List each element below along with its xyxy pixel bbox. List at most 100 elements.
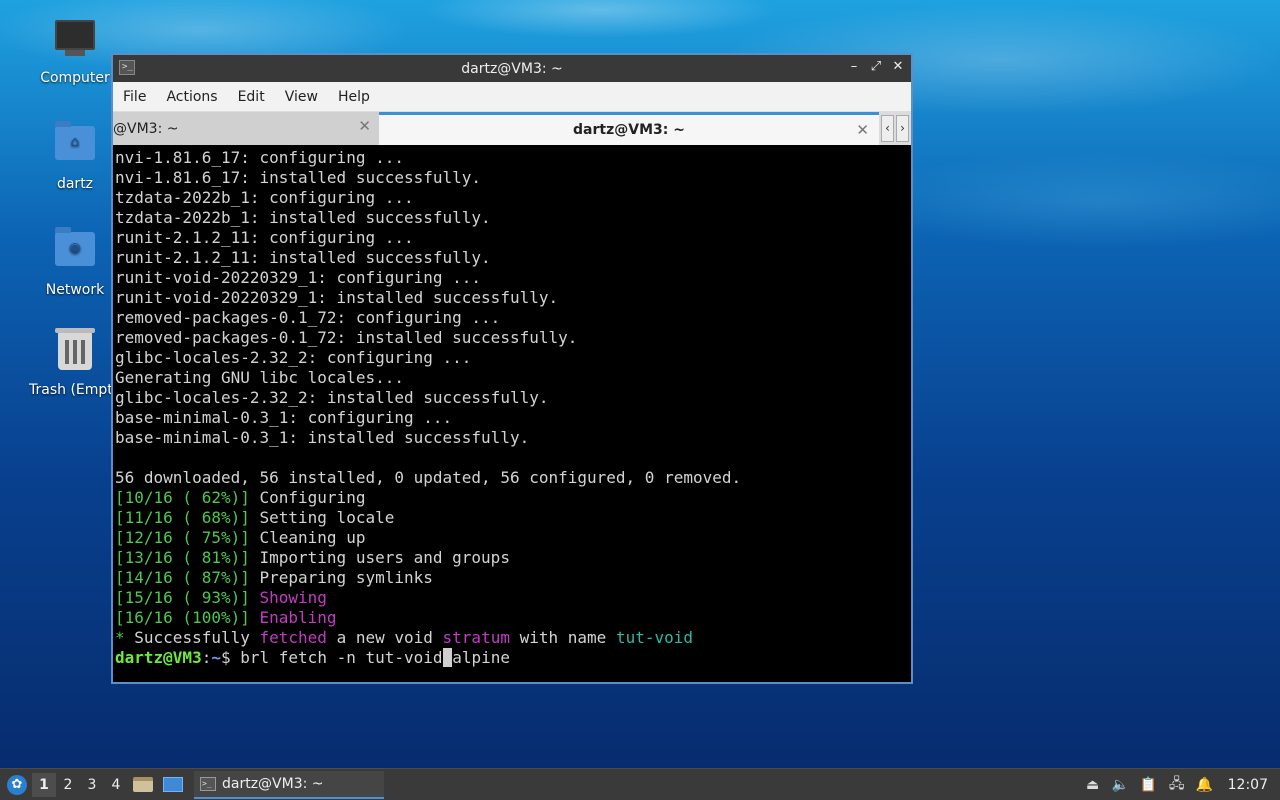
menu-edit[interactable]: Edit — [238, 89, 265, 105]
terminal-output[interactable]: nvi-1.81.6_17: configuring ... nvi-1.81.6… — [113, 145, 911, 682]
terminal-plain-lines: nvi-1.81.6_17: configuring ... nvi-1.81.6… — [115, 148, 909, 488]
result-text: Successfully — [124, 628, 260, 647]
menu-view[interactable]: View — [285, 89, 318, 105]
result-text: with name — [509, 628, 616, 647]
system-tray: ⏏ 🔈 📋 🖧 🔔 12:07 — [1084, 769, 1280, 800]
show-desktop-button[interactable] — [160, 773, 186, 797]
terminal-prompt-line[interactable]: dartz@VM3:~$ brl fetch -n tut-void alpin… — [115, 648, 909, 668]
terminal-line: runit-void-20220329_1: configuring ... — [115, 268, 482, 287]
taskbar-window-label: dartz@VM3: ~ — [222, 775, 324, 792]
volume-icon[interactable]: 🔈 — [1112, 776, 1130, 794]
trash-icon — [53, 328, 97, 376]
eject-icon[interactable]: ⏏ — [1084, 776, 1102, 794]
command-after-cursor: alpine — [452, 648, 510, 667]
tab-scroll-right-icon[interactable]: › — [896, 115, 909, 142]
tab-scroll-left-icon[interactable]: ‹ — [881, 115, 894, 142]
terminal-line: runit-void-20220329_1: installed success… — [115, 288, 559, 307]
terminal-line: glibc-locales-2.32_2: configuring ... — [115, 348, 472, 367]
window-titlebar[interactable]: >_ dartz@VM3: ~ – ⤢ ✕ — [113, 55, 911, 82]
desktop-icon-label: Computer — [40, 70, 110, 86]
desktop-icon-label: Trash (Empt — [29, 382, 113, 398]
notification-icon[interactable]: 🔔 — [1196, 776, 1214, 794]
menu-bar: File Actions Edit View Help — [113, 82, 911, 112]
close-button[interactable]: ✕ — [891, 59, 905, 74]
computer-icon — [53, 20, 97, 64]
progress-line: [13/16 ( 81%)] Importing users and group… — [115, 548, 909, 568]
progress-step: Preparing symlinks — [249, 568, 433, 587]
desktop-icon-home[interactable]: ⌂ dartz — [25, 120, 125, 192]
terminal-line: tzdata-2022b_1: installed successfully. — [115, 208, 491, 227]
workspace-1[interactable]: 1 — [32, 772, 56, 797]
progress-step: Showing — [249, 588, 327, 607]
tab-active[interactable]: dartz@VM3: ~ ✕ — [379, 112, 879, 145]
tab-close-icon[interactable]: ✕ — [856, 121, 869, 139]
window-title: dartz@VM3: ~ — [461, 60, 563, 77]
clock[interactable]: 12:07 — [1228, 777, 1268, 793]
desktop-icon-network[interactable]: ◉ Network — [25, 226, 125, 298]
progress-tag: [14/16 ( 87%)] — [115, 568, 250, 587]
result-highlight: stratum — [442, 628, 510, 647]
menu-file[interactable]: File — [123, 89, 146, 105]
progress-line: [12/16 ( 75%)] Cleaning up — [115, 528, 909, 548]
network-folder-icon: ◉ — [53, 227, 97, 276]
progress-line: [14/16 ( 87%)] Preparing symlinks — [115, 568, 909, 588]
menu-help[interactable]: Help — [338, 89, 370, 105]
progress-step: Setting locale — [249, 508, 395, 527]
terminal-result-line: * Successfully fetched a new void stratu… — [115, 628, 909, 648]
result-name: tut-void — [615, 628, 693, 647]
progress-step: Enabling — [249, 608, 337, 627]
progress-line: [11/16 ( 68%)] Setting locale — [115, 508, 909, 528]
command-before-cursor: brl fetch -n tut-void — [240, 648, 443, 667]
tab-close-icon[interactable]: ✕ — [358, 117, 371, 135]
progress-tag: [15/16 ( 93%)] — [115, 588, 250, 607]
terminal-line: runit-2.1.2_11: configuring ... — [115, 228, 414, 247]
terminal-line: base-minimal-0.3_1: configuring ... — [115, 408, 453, 427]
progress-line: [16/16 (100%)] Enabling — [115, 608, 909, 628]
desktop-icon-label: dartz — [56, 176, 94, 192]
terminal-line: nvi-1.81.6_17: installed successfully. — [115, 168, 482, 187]
prompt-user-host: dartz@VM3 — [115, 648, 202, 667]
taskbar-window-terminal[interactable]: >_ dartz@VM3: ~ — [194, 770, 384, 799]
result-highlight: fetched — [259, 628, 327, 647]
terminal-app-icon[interactable]: >_ — [119, 60, 135, 75]
progress-line: [10/16 ( 62%)] Configuring — [115, 488, 909, 508]
prompt-dollar: $ — [220, 648, 241, 667]
start-menu-button[interactable]: ✿ — [2, 770, 32, 800]
terminal-progress-lines: [10/16 ( 62%)] Configuring [11/16 ( 68%)]… — [115, 488, 909, 628]
prompt-sep: : — [201, 648, 212, 667]
file-manager-launcher[interactable] — [130, 773, 156, 797]
tab-inactive[interactable]: @VM3: ~ ✕ — [113, 112, 379, 145]
tab-label: @VM3: ~ — [113, 120, 179, 137]
minimize-button[interactable]: – — [847, 59, 861, 74]
progress-step: Importing users and groups — [249, 548, 510, 567]
terminal-icon: >_ — [200, 776, 216, 791]
terminal-line: nvi-1.81.6_17: configuring ... — [115, 148, 404, 167]
start-logo-icon: ✿ — [7, 774, 27, 795]
terminal-window[interactable]: >_ dartz@VM3: ~ – ⤢ ✕ File Actions Edit … — [111, 53, 913, 684]
text-cursor — [442, 648, 453, 667]
workspace-2[interactable]: 2 — [56, 773, 80, 797]
terminal-line: tzdata-2022b_1: configuring ... — [115, 188, 414, 207]
tab-bar: @VM3: ~ ✕ dartz@VM3: ~ ✕ ‹ › — [113, 112, 911, 145]
workspace-3[interactable]: 3 — [80, 773, 104, 797]
progress-step: Cleaning up — [249, 528, 366, 547]
desktop-icon-computer[interactable]: Computer — [25, 16, 125, 86]
progress-tag: [11/16 ( 68%)] — [115, 508, 250, 527]
terminal-line: Generating GNU libc locales... — [115, 368, 404, 387]
menu-actions[interactable]: Actions — [166, 89, 217, 105]
home-folder-icon: ⌂ — [53, 121, 97, 170]
progress-tag: [10/16 ( 62%)] — [115, 488, 250, 507]
terminal-line: removed-packages-0.1_72: installed succe… — [115, 328, 578, 347]
progress-tag: [13/16 ( 81%)] — [115, 548, 250, 567]
prompt-path: ~ — [211, 648, 221, 667]
network-icon[interactable]: 🖧 — [1168, 776, 1186, 794]
taskbar: ✿ 1 2 3 4 >_ dartz@VM3: ~ ⏏ 🔈 📋 🖧 🔔 12:0… — [0, 768, 1280, 800]
terminal-line: base-minimal-0.3_1: installed successful… — [115, 428, 530, 447]
clipboard-icon[interactable]: 📋 — [1140, 776, 1158, 794]
workspace-4[interactable]: 4 — [104, 773, 128, 797]
desktop-icon — [163, 777, 183, 792]
result-star: * — [115, 628, 125, 647]
maximize-button[interactable]: ⤢ — [869, 59, 883, 74]
desktop-icon-label: Network — [45, 282, 105, 298]
